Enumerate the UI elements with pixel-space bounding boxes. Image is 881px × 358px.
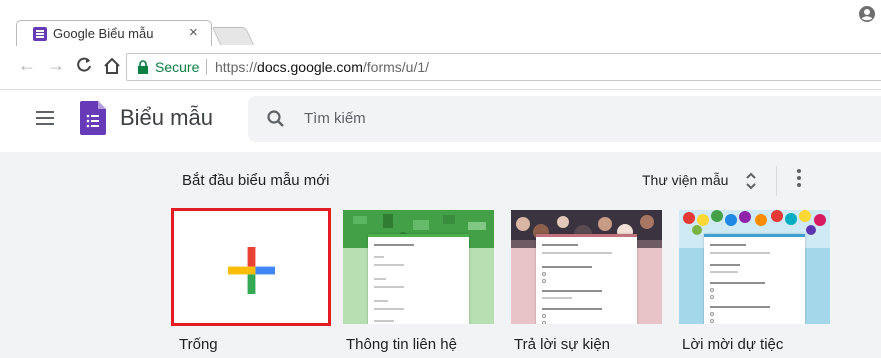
search-icon[interactable] [266, 109, 286, 129]
menu-icon[interactable] [36, 111, 54, 125]
template-card-event-rsvp[interactable] [511, 210, 662, 324]
address-divider [206, 59, 207, 75]
template-form-preview [704, 234, 805, 324]
template-card-party-invite[interactable] [679, 210, 830, 324]
template-card-contact[interactable] [343, 210, 494, 324]
template-library-button[interactable]: Thư viện mẫu [642, 172, 728, 188]
gallery-title: Bắt đầu biểu mẫu mới [182, 172, 330, 189]
template-label[interactable]: Thông tin liên hệ [346, 336, 457, 353]
browser-tab[interactable]: Google Biểu mẫu × [16, 20, 212, 48]
expand-icon[interactable] [744, 170, 758, 192]
browser-tab-strip: Google Biểu mẫu × [0, 0, 881, 48]
tab-title: Google Biểu mẫu [53, 26, 154, 41]
forward-arrow-icon[interactable]: → [47, 55, 65, 76]
template-form-preview [536, 234, 637, 324]
url-scheme: https:// [215, 59, 258, 75]
template-form-preview [368, 234, 469, 324]
address-bar[interactable]: Secure https://docs.google.com/forms/u/1… [126, 53, 881, 81]
url-host: docs.google.com [257, 59, 363, 75]
new-tab-button[interactable] [211, 27, 255, 45]
app-title: Biểu mẫu [120, 105, 213, 130]
close-icon[interactable]: × [189, 24, 198, 41]
plus-icon [228, 247, 275, 294]
profile-icon[interactable] [857, 4, 877, 24]
secure-label: Secure [155, 59, 200, 75]
url-text: https://docs.google.com/forms/u/1/ [215, 59, 429, 75]
gallery-divider [776, 166, 777, 196]
template-label[interactable]: Trống [179, 336, 218, 353]
forms-favicon-icon [33, 27, 47, 41]
template-card-blank[interactable] [171, 208, 331, 326]
reload-icon[interactable] [75, 56, 93, 79]
forms-logo-icon[interactable] [80, 101, 106, 135]
browser-toolbar: ← → Secure https://docs.google.com/forms… [0, 46, 881, 90]
template-label[interactable]: Lời mời dự tiệc [682, 336, 783, 353]
app-header: Biểu mẫu Tìm kiếm [0, 90, 881, 152]
back-arrow-icon[interactable]: ← [18, 55, 36, 76]
home-icon[interactable] [102, 56, 122, 76]
template-gallery: Bắt đầu biểu mẫu mới Thư viện mẫu Trống [0, 152, 881, 358]
url-path: /forms/u/1/ [362, 59, 430, 75]
more-vert-icon[interactable] [797, 169, 801, 187]
search-placeholder: Tìm kiếm [304, 110, 366, 127]
template-label[interactable]: Trả lời sự kiện [514, 336, 610, 353]
lock-icon [138, 60, 148, 74]
search-input[interactable]: Tìm kiếm [248, 96, 881, 142]
